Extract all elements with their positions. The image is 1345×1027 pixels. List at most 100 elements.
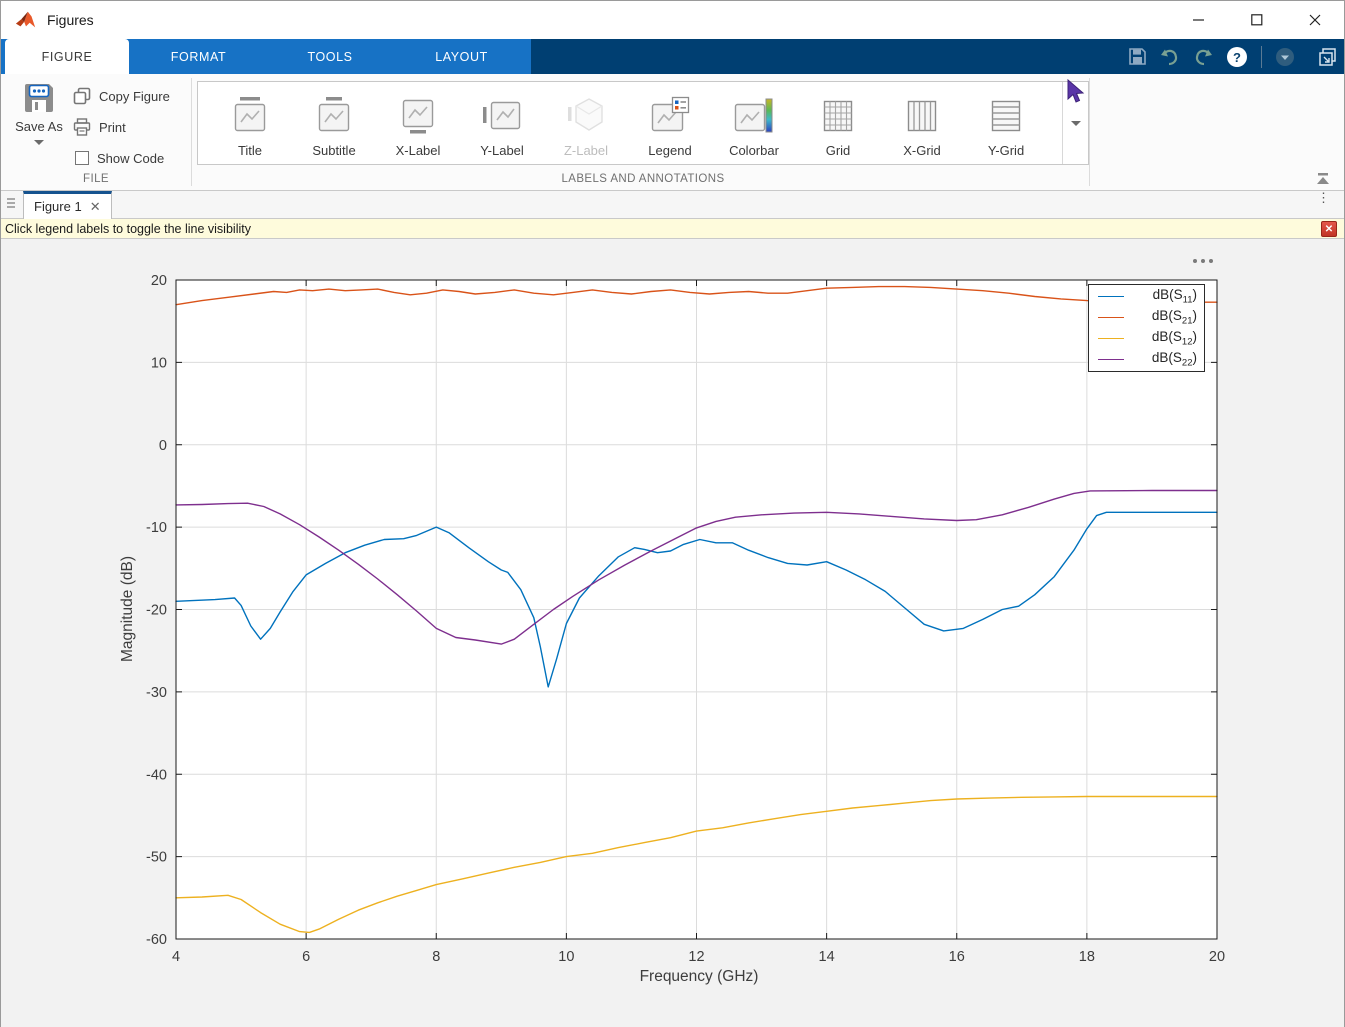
legend-entry-22[interactable]: dB(S22) [1089, 349, 1204, 370]
gallery-item-label: X-Label [396, 143, 441, 158]
tab-label: FORMAT [171, 50, 226, 64]
message-close-button[interactable]: ✕ [1321, 221, 1337, 237]
y-tick-label: -20 [146, 603, 167, 619]
tab-figure-1[interactable]: Figure 1 ✕ [23, 191, 112, 219]
section-divider [191, 78, 192, 186]
mouse-cursor [1067, 79, 1085, 105]
redo-icon[interactable] [1193, 48, 1213, 66]
ribbon-button-legend[interactable]: Legend [628, 84, 712, 162]
subtitle-icon [313, 95, 355, 139]
gallery-item-label: Z-Label [564, 143, 608, 158]
ribbon-tab-layout[interactable]: LAYOUT [392, 39, 531, 74]
title-icon [229, 95, 271, 139]
legend-label: dB(S21) [1152, 308, 1204, 327]
ribbon-button-z-label: Z-Label [544, 84, 628, 162]
svg-text:?: ? [1233, 50, 1241, 65]
plot-legend[interactable]: dB(S11) dB(S21) dB(S12)dB(S22) [1088, 284, 1205, 372]
y-label-icon [481, 95, 523, 139]
file-section-label: FILE [21, 173, 171, 185]
ribbon-button-x-grid[interactable]: X-Grid [880, 84, 964, 162]
grid-icon [817, 95, 859, 139]
print-icon [73, 118, 91, 136]
legend-line-swatch [1098, 338, 1124, 339]
gallery-item-label: Legend [648, 143, 691, 158]
ribbon: Save As Copy Figure Print [1, 74, 1344, 191]
legend-entry-12[interactable]: dB(S12) [1089, 328, 1204, 349]
minimize-button[interactable] [1170, 1, 1228, 39]
print-button[interactable]: Print [73, 114, 170, 140]
quick-access-toolbar: ? [1128, 39, 1338, 74]
save-icon[interactable] [1128, 47, 1147, 66]
y-tick-label: -10 [146, 520, 167, 536]
toolbar-options-dropdown-icon[interactable] [1275, 47, 1295, 67]
x-label-icon [397, 95, 439, 139]
ribbon-button-grid[interactable]: Grid [796, 84, 880, 162]
colorbar-icon [733, 95, 775, 139]
labels-gallery: Title Subtitle X-Label [197, 81, 1089, 165]
x-tick-label: 6 [302, 949, 310, 965]
section-divider [1089, 78, 1090, 186]
y-tick-label: 20 [151, 273, 167, 289]
ribbon-tab-tools[interactable]: TOOLS [268, 39, 392, 74]
dock-figure-icon[interactable] [1318, 47, 1338, 67]
copy-figure-icon [73, 87, 91, 105]
axes-toolbar-ellipsis[interactable] [1193, 259, 1213, 263]
figures-window: Figures FIGURE FORMAT TOOLS LAYOUT [0, 0, 1345, 1027]
ribbon-button-y-label[interactable]: Y-Label [460, 84, 544, 162]
ribbon-button-title[interactable]: Title [208, 84, 292, 162]
checkbox-icon [75, 151, 89, 165]
maximize-button[interactable] [1228, 1, 1286, 39]
close-button[interactable] [1286, 1, 1344, 39]
copy-figure-button[interactable]: Copy Figure [73, 83, 170, 109]
document-tabbar: Figure 1 ✕ ⋮ [1, 191, 1344, 219]
gallery-item-label: Grid [826, 143, 851, 158]
collapse-ribbon-icon[interactable] [1314, 172, 1332, 186]
y-grid-icon [985, 95, 1027, 139]
window-title: Figures [47, 12, 94, 28]
toolbar-separator [1261, 46, 1262, 68]
y-tick-label: -40 [146, 767, 167, 783]
title-bar: Figures [1, 1, 1344, 39]
gallery-item-label: Y-Grid [988, 143, 1024, 158]
matlab-logo-icon [15, 9, 37, 31]
figure-tab-label: Figure 1 [34, 199, 82, 214]
gallery-item-label: Colorbar [729, 143, 779, 158]
y-axis-label: Magnitude (dB) [119, 556, 137, 662]
legend-label: dB(S12) [1152, 329, 1204, 348]
copy-figure-label: Copy Figure [99, 89, 170, 104]
save-as-icon [21, 80, 57, 116]
legend-line-swatch [1098, 359, 1124, 360]
legend-entry-21[interactable]: dB(S21) [1089, 307, 1204, 328]
gallery-item-label: Subtitle [312, 143, 355, 158]
x-tick-label: 16 [949, 949, 965, 965]
tab-label: LAYOUT [435, 50, 488, 64]
save-as-button[interactable]: Save As [11, 80, 67, 166]
y-tick-label: -30 [146, 685, 167, 701]
x-tick-label: 4 [172, 949, 180, 965]
undo-icon[interactable] [1160, 48, 1180, 66]
x-tick-label: 20 [1209, 949, 1225, 965]
tab-close-icon[interactable]: ✕ [90, 199, 101, 215]
ribbon-button-subtitle[interactable]: Subtitle [292, 84, 376, 162]
x-tick-label: 12 [688, 949, 704, 965]
message-text: Click legend labels to toggle the line v… [5, 222, 251, 236]
tabbar-grip-icon[interactable] [7, 198, 15, 208]
x-tick-label: 18 [1079, 949, 1095, 965]
ribbon-tab-figure[interactable]: FIGURE [5, 39, 129, 74]
ribbon-button-colorbar[interactable]: Colorbar [712, 84, 796, 162]
ribbon-button-y-grid[interactable]: Y-Grid [964, 84, 1048, 162]
gallery-overflow-caret-icon [1071, 121, 1081, 126]
annotations-section-label: LABELS AND ANNOTATIONS [197, 173, 1089, 185]
help-icon[interactable]: ? [1226, 46, 1248, 68]
ribbon-tab-format[interactable]: FORMAT [129, 39, 268, 74]
legend-entry-11[interactable]: dB(S11) [1089, 286, 1204, 307]
x-tick-label: 14 [819, 949, 835, 965]
tabbar-menu-icon[interactable]: ⋮ [1317, 194, 1330, 201]
ribbon-button-x-label[interactable]: X-Label [376, 84, 460, 162]
tab-label: TOOLS [307, 50, 352, 64]
legend-label: dB(S11) [1153, 287, 1204, 306]
show-code-checkbox[interactable]: Show Code [73, 145, 170, 171]
y-tick-label: -50 [146, 850, 167, 866]
show-code-label: Show Code [97, 151, 164, 166]
message-bar: Click legend labels to toggle the line v… [1, 219, 1344, 239]
